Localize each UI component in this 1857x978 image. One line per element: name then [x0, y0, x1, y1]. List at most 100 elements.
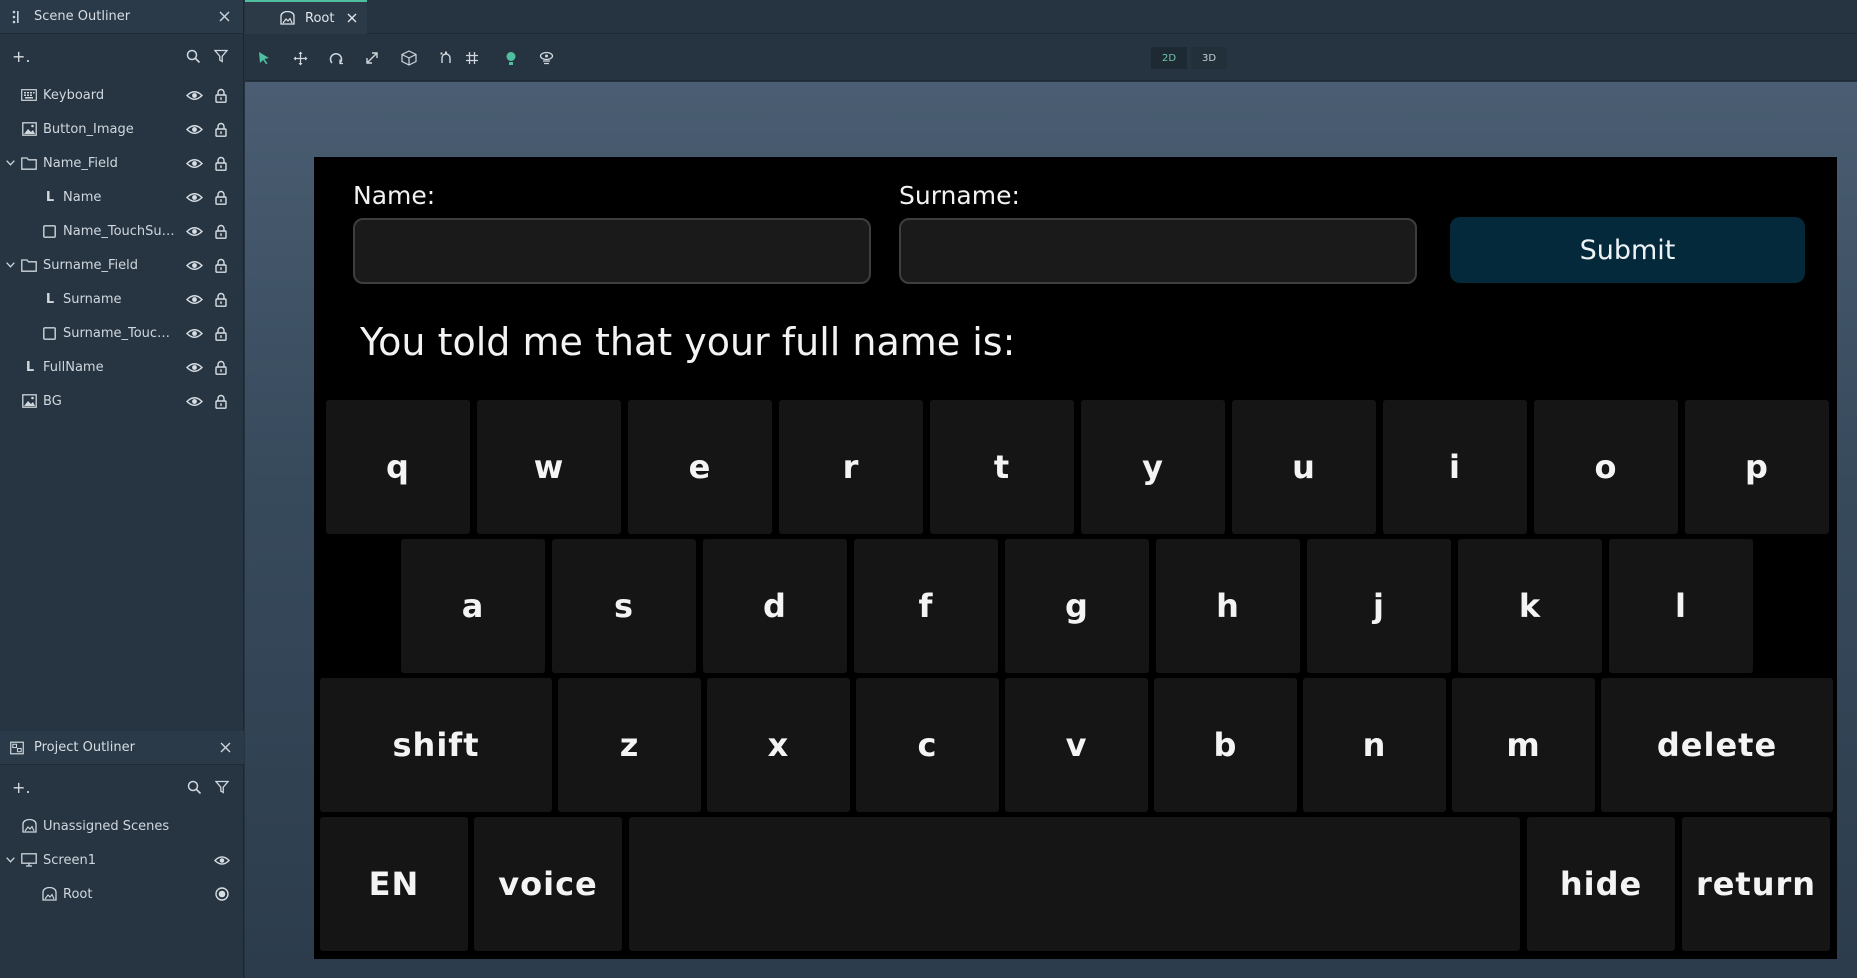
- key-return[interactable]: return: [1682, 817, 1830, 951]
- key-t[interactable]: t: [930, 400, 1074, 534]
- grid-icon[interactable]: [461, 47, 483, 69]
- light-icon[interactable]: [500, 47, 522, 69]
- folder-icon: [21, 155, 37, 171]
- key-p[interactable]: p: [1685, 400, 1829, 534]
- add-node-button[interactable]: +.: [12, 47, 31, 66]
- move-tool-icon[interactable]: [289, 47, 311, 69]
- eye-icon[interactable]: [214, 852, 230, 868]
- scene-tree: Keyboard Button_Image Name_Field L Name …: [0, 78, 243, 418]
- submit-button[interactable]: Submit: [1450, 217, 1805, 283]
- key-s[interactable]: s: [552, 539, 696, 673]
- tree-item-surname-field[interactable]: Surname_Field: [0, 248, 243, 282]
- key-j[interactable]: j: [1307, 539, 1451, 673]
- eye-icon[interactable]: [185, 359, 203, 375]
- key-hide[interactable]: hide: [1527, 817, 1675, 951]
- chevron-down-icon[interactable]: [4, 259, 16, 271]
- key-o[interactable]: o: [1534, 400, 1678, 534]
- mode-3d-button[interactable]: 3D: [1191, 47, 1227, 69]
- key-v[interactable]: v: [1005, 678, 1148, 812]
- close-icon[interactable]: [215, 8, 233, 26]
- lock-icon[interactable]: [213, 325, 229, 341]
- eye-icon[interactable]: [185, 223, 203, 239]
- lock-icon[interactable]: [213, 189, 229, 205]
- tree-item-fullname[interactable]: L FullName: [0, 350, 243, 384]
- lock-icon[interactable]: [213, 121, 229, 137]
- key-x[interactable]: x: [707, 678, 850, 812]
- key-m[interactable]: m: [1452, 678, 1595, 812]
- tree-item-name-touchsurface[interactable]: Name_TouchSurfa...: [0, 214, 243, 248]
- tree-item-surname[interactable]: L Surname: [0, 282, 243, 316]
- key-c[interactable]: c: [856, 678, 999, 812]
- eye-icon[interactable]: [185, 189, 203, 205]
- lock-icon[interactable]: [213, 291, 229, 307]
- key-b[interactable]: b: [1154, 678, 1297, 812]
- tree-item-name-field[interactable]: Name_Field: [0, 146, 243, 180]
- key-u[interactable]: u: [1232, 400, 1376, 534]
- key-l[interactable]: l: [1609, 539, 1753, 673]
- tree-item-screen1[interactable]: Screen1: [0, 843, 244, 877]
- key-voice[interactable]: voice: [474, 817, 622, 951]
- startup-scene-radio-icon[interactable]: [214, 886, 230, 902]
- key-k[interactable]: k: [1458, 539, 1602, 673]
- key-g[interactable]: g: [1005, 539, 1149, 673]
- surname-input[interactable]: [899, 218, 1417, 284]
- key-i[interactable]: i: [1383, 400, 1527, 534]
- key-f[interactable]: f: [854, 539, 998, 673]
- tree-item-unassigned-scenes[interactable]: Unassigned Scenes: [0, 809, 244, 843]
- chevron-down-icon[interactable]: [4, 157, 16, 169]
- drag-handle-icon[interactable]: [10, 10, 24, 24]
- tree-item-root[interactable]: Root: [0, 877, 244, 911]
- tree-item-label: BG: [43, 393, 62, 409]
- eye-icon[interactable]: [185, 87, 203, 103]
- key-e[interactable]: e: [628, 400, 772, 534]
- key-delete[interactable]: delete: [1601, 678, 1833, 812]
- lock-icon[interactable]: [213, 257, 229, 273]
- chevron-down-icon[interactable]: [4, 854, 16, 866]
- add-item-button[interactable]: +.: [12, 778, 31, 797]
- close-icon[interactable]: [345, 11, 359, 25]
- eye-icon[interactable]: [185, 155, 203, 171]
- lock-icon[interactable]: [213, 393, 229, 409]
- key-a[interactable]: a: [401, 539, 545, 673]
- eye-icon[interactable]: [185, 325, 203, 341]
- key-space[interactable]: [629, 817, 1520, 951]
- lock-icon[interactable]: [213, 87, 229, 103]
- key-y[interactable]: y: [1081, 400, 1225, 534]
- scene-viewport[interactable]: Name: Surname: Submit You told me that y…: [245, 82, 1857, 978]
- close-icon[interactable]: [216, 739, 234, 757]
- key-q[interactable]: q: [326, 400, 470, 534]
- key-shift[interactable]: shift: [320, 678, 552, 812]
- lock-icon[interactable]: [213, 155, 229, 171]
- key-h[interactable]: h: [1156, 539, 1300, 673]
- key-language[interactable]: EN: [320, 817, 468, 951]
- eye-icon[interactable]: [185, 291, 203, 307]
- tree-item-name[interactable]: L Name: [0, 180, 243, 214]
- key-d[interactable]: d: [703, 539, 847, 673]
- mode-2d-button[interactable]: 2D: [1151, 47, 1187, 69]
- tab-root[interactable]: Root: [245, 0, 367, 34]
- search-icon[interactable]: [184, 777, 204, 797]
- key-n[interactable]: n: [1303, 678, 1446, 812]
- eye-icon[interactable]: [185, 257, 203, 273]
- eye-icon[interactable]: [185, 121, 203, 137]
- key-w[interactable]: w: [477, 400, 621, 534]
- scale-tool-icon[interactable]: [361, 47, 383, 69]
- key-r[interactable]: r: [779, 400, 923, 534]
- name-input[interactable]: [353, 218, 871, 284]
- camera-icon[interactable]: [535, 47, 557, 69]
- select-tool-icon[interactable]: [253, 47, 275, 69]
- key-z[interactable]: z: [558, 678, 701, 812]
- eye-icon[interactable]: [185, 393, 203, 409]
- lock-icon[interactable]: [213, 359, 229, 375]
- box-tool-icon[interactable]: [398, 47, 420, 69]
- tree-item-bg[interactable]: BG: [0, 384, 243, 418]
- rotate-tool-icon[interactable]: [325, 47, 347, 69]
- lock-icon[interactable]: [213, 223, 229, 239]
- tree-item-surname-touchsurface[interactable]: Surname_TouchS...: [0, 316, 243, 350]
- tree-item-button-image[interactable]: Button_Image: [0, 112, 243, 146]
- snap-icon[interactable]: [435, 47, 457, 69]
- filter-icon[interactable]: [212, 777, 232, 797]
- filter-icon[interactable]: [211, 46, 231, 66]
- tree-item-keyboard[interactable]: Keyboard: [0, 78, 243, 112]
- search-icon[interactable]: [183, 46, 203, 66]
